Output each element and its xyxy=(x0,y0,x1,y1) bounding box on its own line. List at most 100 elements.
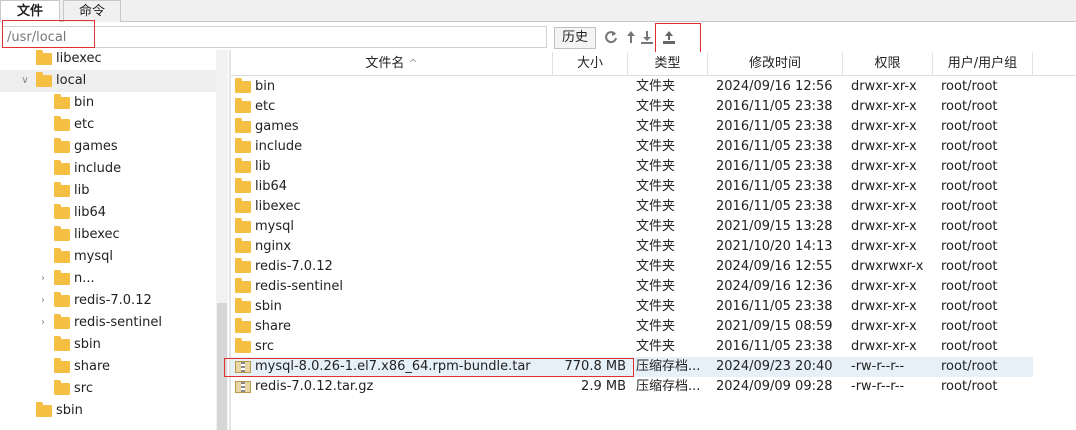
file-size xyxy=(553,317,626,337)
file-owner: root/root xyxy=(941,79,998,94)
file-type: 压缩存档... xyxy=(636,359,701,374)
tab-bar: 文件 命令 xyxy=(0,0,1076,23)
tree-item[interactable]: › n... xyxy=(0,268,216,290)
file-type: 文件夹 xyxy=(636,279,676,294)
tree-item[interactable]: mysql xyxy=(0,246,216,268)
table-row[interactable]: libexec 文件夹 2016/11/05 23:38 drwxr-xr-x root… xyxy=(231,197,1033,217)
table-row[interactable]: lib 文件夹 2016/11/05 23:38 drwxr-xr-x root/roo… xyxy=(231,157,1033,177)
tree-item[interactable]: etc xyxy=(0,114,216,136)
file-permissions: drwxr-xr-x xyxy=(851,79,917,94)
file-name: mysql-8.0.26-1.el7.x86_64.rpm-bundle.tar xyxy=(255,359,531,374)
download-icon[interactable] xyxy=(640,29,654,45)
folder-icon xyxy=(235,118,251,133)
tree-item[interactable]: ∨ local xyxy=(0,70,216,92)
file-type: 文件夹 xyxy=(636,119,676,134)
tree-item[interactable]: bin xyxy=(0,92,216,114)
tree-item-label: libexec xyxy=(74,227,120,242)
tree-item-label: share xyxy=(74,359,111,374)
table-row[interactable]: src 文件夹 2016/11/05 23:38 drwxr-xr-x root/roo… xyxy=(231,337,1033,357)
file-size xyxy=(553,117,626,137)
tree-item-label: lib64 xyxy=(74,205,107,220)
path-input[interactable] xyxy=(2,26,547,48)
tree-item[interactable]: sbin xyxy=(0,400,216,422)
file-name: etc xyxy=(255,99,276,114)
expand-closed-icon[interactable]: › xyxy=(38,312,48,334)
tree-item[interactable]: src xyxy=(0,378,216,400)
folder-icon xyxy=(54,160,70,175)
tree-item[interactable]: libexec xyxy=(0,224,216,246)
expand-closed-icon[interactable]: › xyxy=(38,290,48,312)
file-name: share xyxy=(255,319,292,334)
file-type: 文件夹 xyxy=(636,199,676,214)
table-row[interactable]: etc 文件夹 2016/11/05 23:38 drwxr-xr-x root/roo… xyxy=(231,97,1033,117)
archive-icon xyxy=(235,361,251,373)
file-size xyxy=(553,257,626,277)
tree-item-label: local xyxy=(56,73,87,88)
column-header-permissions[interactable]: 权限 xyxy=(843,52,933,76)
file-mtime: 2016/11/05 23:38 xyxy=(716,199,833,214)
folder-icon xyxy=(235,318,251,333)
tab-files[interactable]: 文件 xyxy=(0,0,60,23)
file-owner: root/root xyxy=(941,99,998,114)
file-type: 文件夹 xyxy=(636,79,676,94)
column-header-owner[interactable]: 用户/用户组 xyxy=(933,52,1033,76)
tree-item[interactable]: lib xyxy=(0,180,216,202)
file-permissions: drwxr-xr-x xyxy=(851,239,917,254)
upload-icon[interactable] xyxy=(662,29,676,45)
table-row[interactable]: games 文件夹 2016/11/05 23:38 drwxr-xr-x root/r… xyxy=(231,117,1033,137)
file-owner: root/root xyxy=(941,279,998,294)
tree-item[interactable]: share xyxy=(0,356,216,378)
file-permissions: -rw-r--r-- xyxy=(851,359,905,374)
file-mtime: 2016/11/05 23:38 xyxy=(716,179,833,194)
table-row[interactable]: redis-sentinel 文件夹 2024/09/16 12:36 drwxr-x… xyxy=(231,277,1033,297)
table-row[interactable]: mysql 文件夹 2021/09/15 13:28 drwxr-xr-x root/r… xyxy=(231,217,1033,237)
file-type: 文件夹 xyxy=(636,139,676,154)
tab-commands[interactable]: 命令 xyxy=(63,0,121,22)
table-row[interactable]: include 文件夹 2016/11/05 23:38 drwxr-xr-x root… xyxy=(231,137,1033,157)
tree-item[interactable]: lib64 xyxy=(0,202,216,224)
file-name: lib xyxy=(255,159,271,174)
folder-icon xyxy=(235,238,251,253)
file-type: 文件夹 xyxy=(636,219,676,234)
expand-open-icon[interactable]: ∨ xyxy=(20,70,30,92)
column-header-mtime[interactable]: 修改时间 xyxy=(708,52,843,76)
toolbar: 历史 xyxy=(0,20,1076,55)
table-row[interactable]: mysql-8.0.26-1.el7.x86_64.rpm-bundle.tar… xyxy=(231,357,1033,377)
table-row[interactable]: redis-7.0.12.tar.gz 2.9 MB 压缩存档... 2024/09/… xyxy=(231,377,1033,397)
folder-icon xyxy=(54,292,70,307)
history-button[interactable]: 历史 xyxy=(554,27,596,49)
tree-scrollbar-thumb[interactable] xyxy=(217,303,227,430)
refresh-icon[interactable] xyxy=(604,29,618,45)
table-row[interactable]: bin 文件夹 2024/09/16 12:56 drwxr-xr-x root/roo… xyxy=(231,77,1033,97)
file-type: 文件夹 xyxy=(636,299,676,314)
file-size xyxy=(553,137,626,157)
folder-icon xyxy=(235,158,251,173)
file-mtime: 2016/11/05 23:38 xyxy=(716,119,833,134)
table-row[interactable]: sbin 文件夹 2016/11/05 23:38 drwxr-xr-x root/ro… xyxy=(231,297,1033,317)
tree-item[interactable]: games xyxy=(0,136,216,158)
table-row[interactable]: lib64 文件夹 2016/11/05 23:38 drwxr-xr-x root/r… xyxy=(231,177,1033,197)
table-row[interactable]: nginx 文件夹 2021/10/20 14:13 drwxr-xr-x root/r… xyxy=(231,237,1033,257)
file-size: 770.8 MB xyxy=(564,359,626,374)
tree-item-label: lib xyxy=(74,183,90,198)
table-row[interactable]: redis-7.0.12 文件夹 2024/09/16 12:55 drwxrwxr-… xyxy=(231,257,1033,277)
tree-item[interactable]: › redis-sentinel xyxy=(0,312,216,334)
column-header-type[interactable]: 类型 xyxy=(628,52,708,76)
column-header-name[interactable]: 文件名 ^ xyxy=(231,52,553,76)
tree-item[interactable]: include xyxy=(0,158,216,180)
tree-item[interactable]: sbin xyxy=(0,334,216,356)
tree-item[interactable]: › redis-7.0.12 xyxy=(0,290,216,312)
file-size xyxy=(553,177,626,197)
up-arrow-icon[interactable] xyxy=(624,29,638,45)
tree-item[interactable]: libexec xyxy=(0,50,216,70)
file-size xyxy=(553,217,626,237)
folder-icon xyxy=(235,258,251,273)
column-name-label: 文件名 xyxy=(365,56,405,71)
column-header-size[interactable]: 大小 xyxy=(553,52,628,76)
file-mtime: 2016/11/05 23:38 xyxy=(716,139,833,154)
folder-icon xyxy=(235,278,251,293)
file-size xyxy=(553,197,626,217)
folder-icon xyxy=(54,116,70,131)
table-row[interactable]: share 文件夹 2021/09/15 08:59 drwxr-xr-x root/r… xyxy=(231,317,1033,337)
expand-closed-icon[interactable]: › xyxy=(38,268,48,290)
